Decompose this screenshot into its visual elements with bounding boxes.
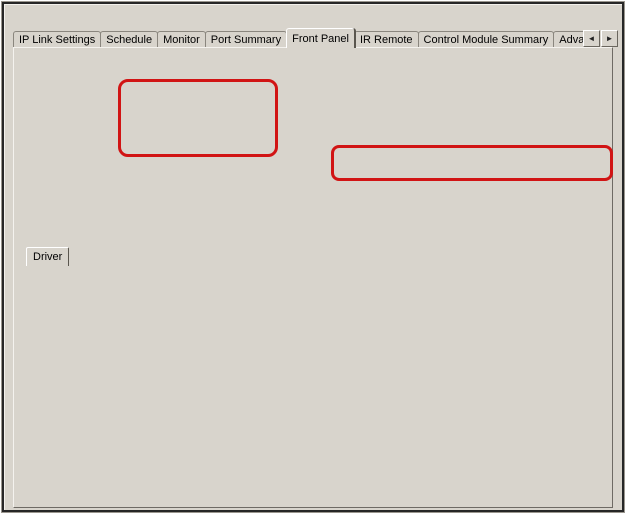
tab-schedule[interactable]: Schedule	[100, 31, 158, 48]
tab-advanced-configuration[interactable]: Advanced Configuration	[553, 31, 583, 48]
app-screenshot: IP Link Settings Schedule Monitor Port S…	[0, 0, 630, 517]
main-tab-strip: IP Link Settings Schedule Monitor Port S…	[13, 28, 583, 48]
tab-ip-link-settings[interactable]: IP Link Settings	[13, 31, 101, 48]
front-panel-tab-page	[13, 47, 613, 508]
configuration-window: IP Link Settings Schedule Monitor Port S…	[2, 2, 624, 512]
tab-front-panel[interactable]: Front Panel	[286, 28, 355, 48]
tab-scroll-left-button[interactable]: ◄	[583, 30, 600, 47]
tab-monitor[interactable]: Monitor	[157, 31, 206, 48]
tab-ir-remote[interactable]: IR Remote	[354, 31, 419, 48]
tab-port-summary[interactable]: Port Summary	[205, 31, 287, 48]
tab-driver[interactable]: Driver	[26, 247, 69, 266]
tab-scroll-right-button[interactable]: ►	[601, 30, 618, 47]
tab-control-module-summary[interactable]: Control Module Summary	[418, 31, 555, 48]
